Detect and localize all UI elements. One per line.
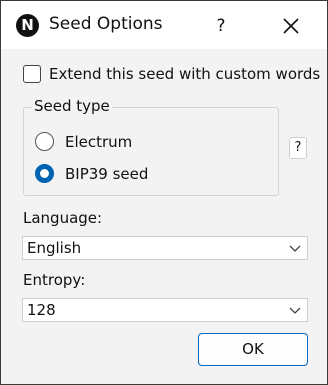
close-icon — [283, 18, 299, 34]
extend-seed-option[interactable]: Extend this seed with custom words — [23, 65, 320, 83]
seed-type-help-button[interactable]: ? — [289, 137, 307, 159]
dialog-title: Seed Options — [49, 14, 163, 34]
ok-button[interactable]: OK — [198, 333, 308, 366]
close-button[interactable] — [273, 9, 309, 43]
entropy-label: Entropy: — [23, 271, 86, 289]
radio-bip39-label: BIP39 seed — [65, 164, 149, 183]
seed-type-title: Seed type — [32, 97, 112, 115]
radio-bip39-button[interactable] — [35, 164, 54, 183]
radio-electrum-button[interactable] — [35, 132, 54, 151]
app-icon: N — [16, 14, 39, 37]
radio-bip39[interactable]: BIP39 seed — [35, 164, 148, 183]
language-label: Language: — [23, 209, 103, 227]
radio-electrum[interactable]: Electrum — [35, 132, 132, 151]
language-select[interactable]: English — [22, 236, 308, 260]
language-value: English — [27, 239, 82, 257]
seed-options-dialog: N Seed Options ? Extend this seed with c… — [0, 0, 328, 385]
entropy-value: 128 — [27, 301, 56, 319]
extend-seed-label: Extend this seed with custom words — [49, 65, 321, 83]
entropy-select[interactable]: 128 — [22, 298, 308, 322]
extend-seed-checkbox[interactable] — [23, 65, 41, 83]
chevron-down-icon — [289, 307, 301, 314]
radio-electrum-label: Electrum — [65, 132, 133, 151]
chevron-down-icon — [289, 245, 301, 252]
help-button[interactable]: ? — [208, 11, 234, 41]
title-bar: N Seed Options ? — [1, 1, 327, 49]
